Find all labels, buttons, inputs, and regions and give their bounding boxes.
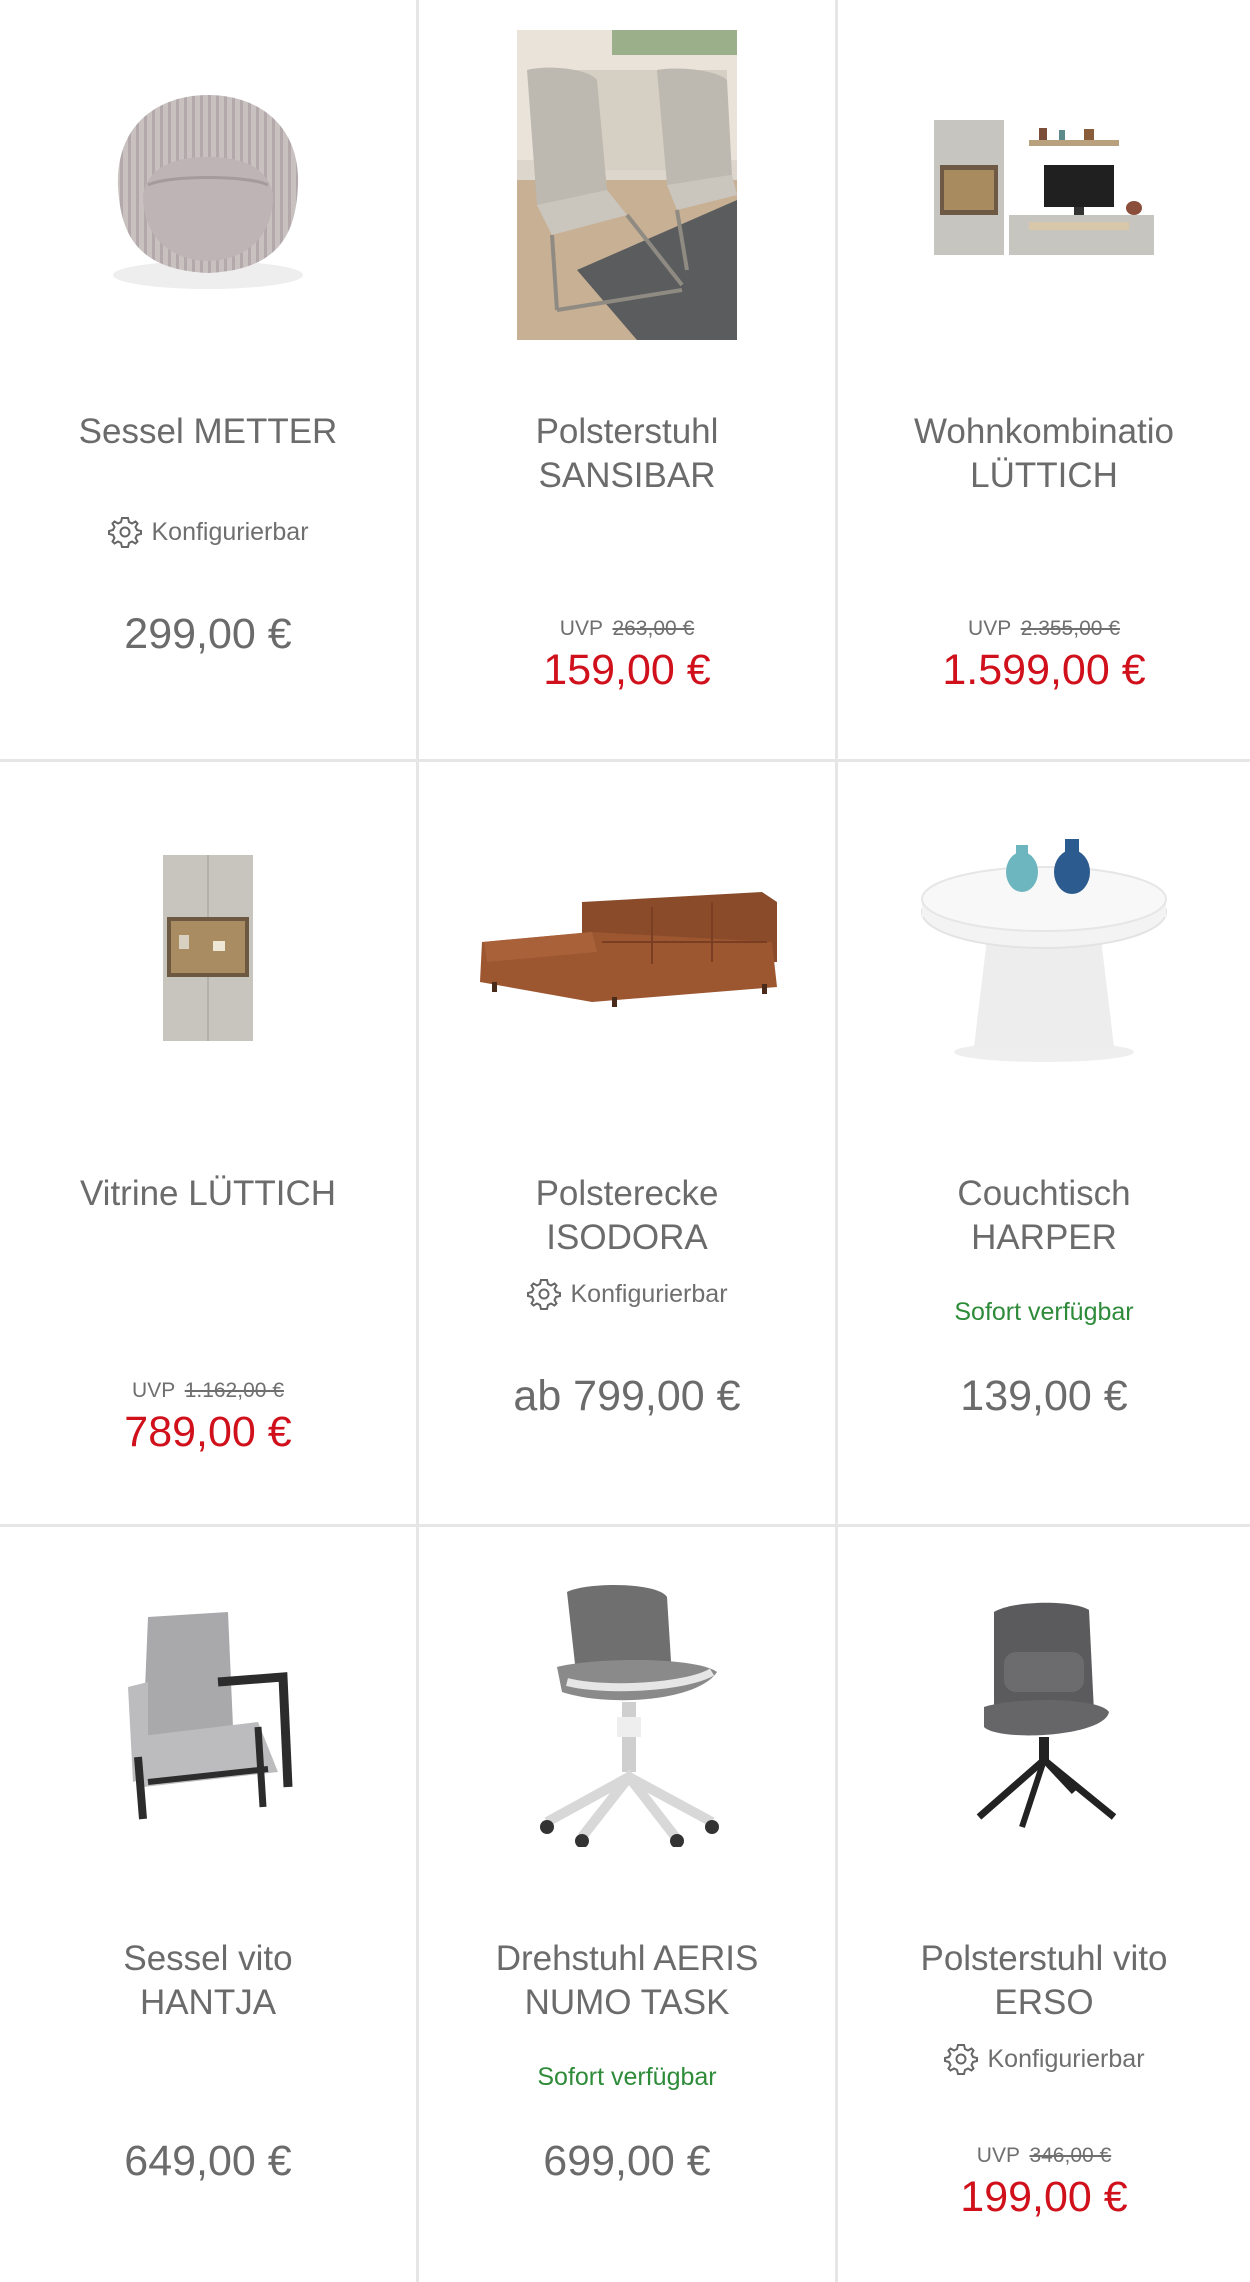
product-title[interactable]: Polsterstuhl vito ERSO — [838, 1937, 1250, 2025]
uvp-label: UVP — [968, 617, 1011, 640]
product-card[interactable]: Polsterecke ISODORA Konfigurierbar ab 79… — [419, 762, 838, 1527]
product-title[interactable]: Vitrine LÜTTICH — [0, 1172, 416, 1216]
living-wall-unit-image — [934, 120, 1154, 255]
product-title[interactable]: Couchtisch HARPER — [838, 1172, 1250, 1260]
product-image[interactable] — [419, 1527, 835, 1897]
uvp-price-line: UVP 263,00 € — [419, 617, 835, 641]
gear-icon — [527, 1279, 562, 1310]
sale-price: 159,00 € — [543, 646, 711, 694]
upholstered-chair-image — [517, 30, 737, 340]
swivel-chair-image — [976, 1602, 1117, 1828]
lounge-armchair-image — [128, 1612, 293, 1820]
product-image[interactable] — [0, 1527, 416, 1897]
product-card[interactable]: Drehstuhl AERIS NUMO TASK Sofort verfügb… — [419, 1527, 838, 2282]
availability-label: Sofort verfügbar — [537, 2063, 717, 2091]
product-price: ab 799,00 € — [513, 1372, 741, 1420]
uvp-price: 2.355,00 € — [1020, 617, 1120, 640]
product-title[interactable]: Sessel METTER — [0, 410, 416, 454]
product-image[interactable] — [838, 762, 1250, 1132]
uvp-price: 263,00 € — [612, 617, 695, 640]
configurable-badge: Konfigurierbar — [419, 1276, 835, 1312]
uvp-price: 1.162,00 € — [184, 1379, 284, 1402]
product-card[interactable]: Polsterstuhl vito ERSO Konfigurierbar UV… — [838, 1527, 1250, 2282]
sale-price: 1.599,00 € — [942, 646, 1146, 694]
product-title[interactable]: Wohnkombinatio LÜTTICH — [838, 410, 1250, 498]
corner-sofa-image — [480, 892, 777, 1007]
uvp-price: 346,00 € — [1029, 2144, 1112, 2167]
configurable-label: Konfigurierbar — [151, 517, 309, 546]
display-cabinet-image — [163, 855, 253, 1041]
product-image[interactable] — [838, 0, 1250, 370]
configurable-label: Konfigurierbar — [987, 2044, 1145, 2073]
product-title[interactable]: Polsterecke ISODORA — [419, 1172, 835, 1260]
uvp-price-line: UVP 2.355,00 € — [838, 617, 1250, 641]
product-card[interactable]: Sessel vito HANTJA 649,00 € — [0, 1527, 419, 2282]
product-image[interactable] — [0, 0, 416, 370]
product-image[interactable] — [419, 0, 835, 370]
gear-icon — [944, 2044, 979, 2075]
sale-price: 199,00 € — [960, 2173, 1128, 2221]
availability-label: Sofort verfügbar — [954, 1298, 1134, 1326]
armchair-round-image — [113, 95, 303, 289]
product-price: 649,00 € — [124, 2137, 292, 2185]
product-card[interactable]: Couchtisch HARPER Sofort verfügbar 139,0… — [838, 762, 1250, 1527]
product-image[interactable] — [838, 1527, 1250, 1897]
coffee-table-image — [921, 839, 1167, 1062]
product-image[interactable] — [0, 762, 416, 1132]
product-grid: Sessel METTER Konfigurierbar 299,00 € Po… — [0, 0, 1250, 2282]
product-title[interactable]: Sessel vito HANTJA — [0, 1937, 416, 2025]
product-price: 299,00 € — [124, 610, 292, 658]
product-card[interactable]: Sessel METTER Konfigurierbar 299,00 € — [0, 0, 419, 762]
office-chair-image — [540, 1585, 719, 1847]
gear-icon — [108, 517, 143, 548]
product-card[interactable]: Wohnkombinatio LÜTTICH UVP 2.355,00 € 1.… — [838, 0, 1250, 762]
uvp-label: UVP — [976, 2144, 1020, 2167]
product-title[interactable]: Drehstuhl AERIS NUMO TASK — [419, 1937, 835, 2025]
product-price: 139,00 € — [960, 1372, 1128, 1420]
product-card[interactable]: Polsterstuhl SANSIBAR UVP 263,00 € 159,0… — [419, 0, 838, 762]
configurable-badge: Konfigurierbar — [838, 2041, 1250, 2077]
uvp-label: UVP — [132, 1379, 175, 1402]
product-image[interactable] — [419, 762, 835, 1132]
configurable-badge: Konfigurierbar — [0, 514, 416, 550]
product-price: 699,00 € — [543, 2137, 711, 2185]
product-title[interactable]: Polsterstuhl SANSIBAR — [419, 410, 835, 498]
uvp-label: UVP — [559, 617, 603, 640]
product-card[interactable]: Vitrine LÜTTICH UVP 1.162,00 € 789,00 € — [0, 762, 419, 1527]
uvp-price-line: UVP 346,00 € — [838, 2144, 1250, 2168]
configurable-label: Konfigurierbar — [570, 1279, 728, 1308]
uvp-price-line: UVP 1.162,00 € — [0, 1379, 416, 1403]
sale-price: 789,00 € — [124, 1408, 292, 1456]
